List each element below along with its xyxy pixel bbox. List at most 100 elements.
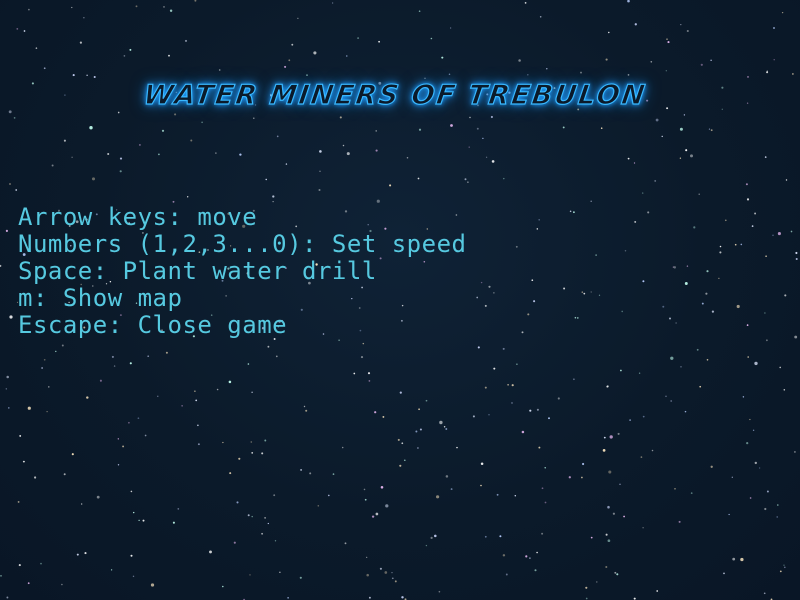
star [181, 405, 183, 407]
star [184, 39, 188, 42]
star [16, 27, 19, 30]
star [484, 535, 487, 538]
star [641, 192, 644, 194]
star [607, 505, 610, 509]
star [772, 234, 774, 237]
star [368, 380, 371, 382]
star [531, 279, 534, 282]
star [27, 406, 31, 410]
star [228, 380, 232, 384]
star [696, 348, 699, 351]
star [766, 71, 769, 74]
star [418, 10, 421, 13]
star [779, 366, 781, 369]
star [5, 388, 7, 390]
star [614, 571, 617, 574]
star [724, 219, 727, 222]
star [581, 291, 584, 293]
star [430, 37, 433, 40]
star [496, 493, 499, 496]
star [667, 41, 670, 44]
star [710, 129, 713, 132]
star [634, 220, 637, 223]
star [229, 472, 232, 475]
star [562, 126, 565, 129]
star [746, 324, 749, 326]
star [238, 457, 241, 460]
control-line-map: m: Show map [18, 284, 183, 312]
star [764, 507, 767, 511]
star [8, 407, 10, 409]
star [91, 177, 96, 181]
star [264, 439, 267, 442]
star [86, 74, 88, 76]
star [436, 495, 440, 499]
star [606, 385, 609, 388]
star [516, 363, 518, 366]
star [450, 124, 453, 127]
star [650, 60, 653, 63]
star [673, 266, 677, 269]
star [346, 152, 350, 156]
star [346, 55, 348, 57]
star [375, 512, 379, 516]
star [342, 144, 345, 147]
star [617, 432, 620, 435]
star [754, 361, 758, 366]
star [700, 63, 703, 66]
star [541, 532, 544, 535]
star [177, 508, 180, 510]
star [147, 355, 150, 358]
star [22, 460, 25, 463]
star [524, 2, 527, 4]
star [23, 30, 26, 32]
star [783, 389, 786, 391]
star [247, 363, 250, 365]
star [684, 410, 687, 413]
star [274, 540, 277, 542]
star [71, 453, 74, 456]
star [590, 536, 593, 539]
star [773, 27, 775, 29]
star [169, 9, 173, 12]
star [746, 198, 750, 201]
star [749, 418, 751, 421]
star [110, 569, 113, 571]
star [391, 577, 394, 580]
star [194, 0, 197, 2]
star [605, 533, 608, 536]
star [784, 566, 786, 569]
star [195, 399, 198, 402]
star [319, 170, 321, 172]
star [581, 476, 583, 479]
star [117, 464, 120, 466]
star [79, 41, 82, 44]
star [222, 441, 224, 444]
star [665, 395, 667, 398]
star [216, 388, 219, 391]
star [107, 152, 110, 156]
star [620, 369, 622, 372]
star [250, 441, 253, 443]
star [515, 245, 518, 248]
star [360, 356, 364, 359]
control-line-speed: Numbers (1,2,3...0): Set speed [18, 230, 467, 258]
star [415, 430, 418, 433]
star [747, 356, 750, 358]
star [779, 570, 782, 573]
star [585, 597, 588, 600]
star [174, 113, 177, 116]
star [144, 434, 147, 437]
star [261, 532, 264, 535]
star [484, 304, 487, 307]
star [781, 11, 784, 14]
star [129, 362, 132, 365]
star [548, 417, 550, 420]
star [55, 350, 57, 353]
star [705, 292, 708, 295]
star [710, 59, 712, 61]
star [605, 58, 608, 61]
star [585, 586, 588, 589]
star [265, 178, 267, 181]
star [63, 139, 66, 142]
